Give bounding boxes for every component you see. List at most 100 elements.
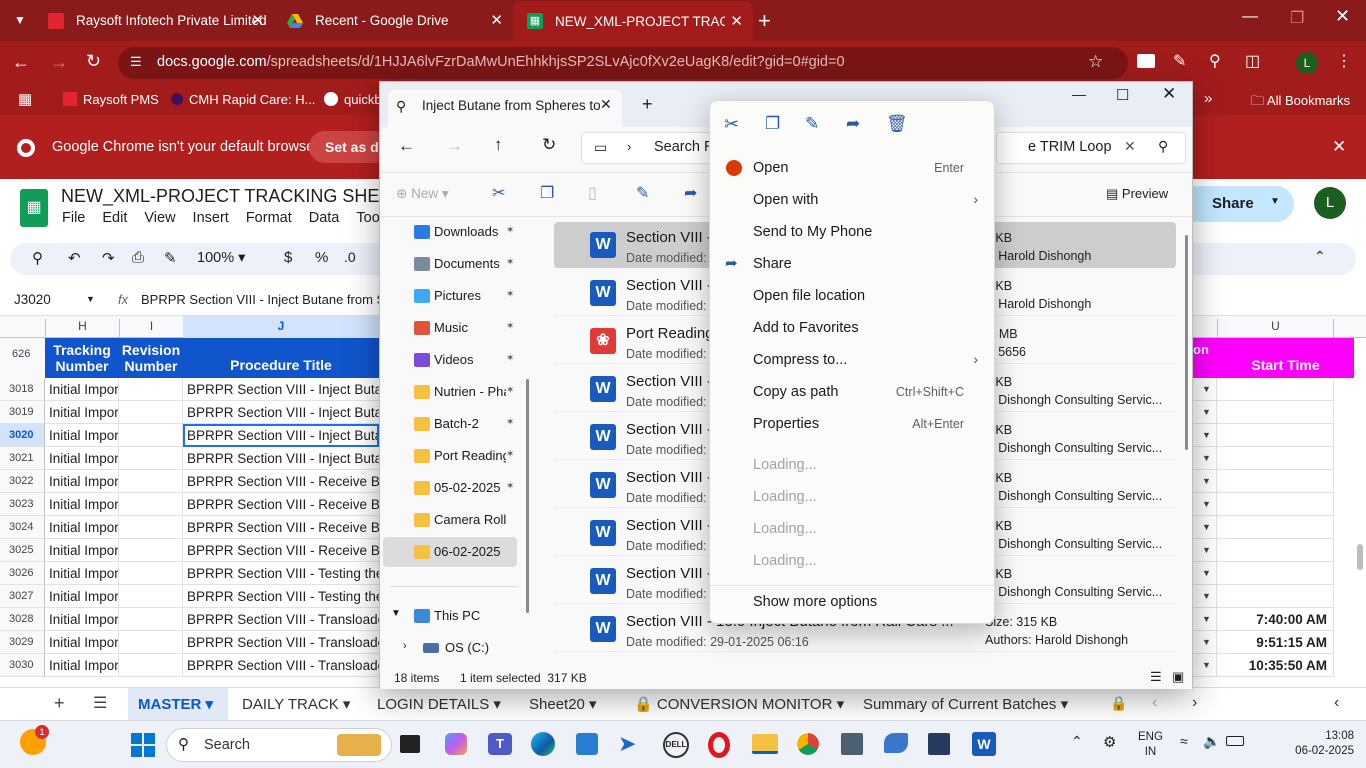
dell-icon[interactable]: DELL (663, 732, 689, 758)
menu-insert[interactable]: Insert (193, 210, 229, 226)
cell-revision-number[interactable] (119, 539, 183, 562)
back-icon[interactable]: ← (398, 136, 415, 156)
cell-dropdown-chip[interactable]: ▼ (1193, 447, 1217, 470)
nav-item-port-reading[interactable]: Port Reading ✶ (383, 441, 517, 471)
task-view-icon[interactable] (400, 735, 420, 753)
cell-dropdown-chip[interactable]: ▼ (1193, 562, 1217, 585)
close-icon[interactable]: ✕ (730, 12, 743, 30)
cell-procedure-title[interactable]: BPRPR Section VIII - Transloader (183, 631, 379, 654)
column-header-j[interactable]: J (183, 316, 379, 338)
extension-icon[interactable] (1137, 54, 1155, 68)
nav-item-downloads[interactable]: Downloads ✶ (383, 217, 517, 247)
cell-procedure-title[interactable]: BPRPR Section VIII - Receive Buta (183, 493, 379, 516)
scroll-tabs-left-icon[interactable]: ‹ (1152, 694, 1157, 712)
minimize-icon[interactable]: — (1072, 86, 1086, 102)
menu-item-add-to-favorites[interactable]: Add to Favorites (710, 312, 996, 344)
reload-icon[interactable]: ↻ (86, 51, 101, 72)
cell-start-time[interactable] (1217, 539, 1334, 562)
nav-item-documents[interactable]: Documents ✶ (383, 249, 517, 279)
tiles-view-icon[interactable]: ▣ (1172, 669, 1184, 685)
bookmark-star-icon[interactable]: ☆ (1088, 52, 1103, 72)
cell-revision-number[interactable] (119, 493, 183, 516)
close-icon[interactable]: ✕ (251, 11, 264, 29)
explorer-search-box[interactable]: e TRIM Loop ✕ ⚲ (996, 132, 1186, 164)
cell-revision-number[interactable] (119, 585, 183, 608)
row-number[interactable]: 3026 (0, 562, 45, 585)
share-icon[interactable]: ➦ (684, 183, 697, 203)
cell-revision-number[interactable] (119, 608, 183, 631)
cell-dropdown-chip[interactable]: ▼ (1193, 585, 1217, 608)
all-bookmarks[interactable]: 🗀 All Bookmarks (1251, 92, 1350, 114)
up-icon[interactable]: ↑ (494, 135, 503, 155)
header-start-time[interactable]: Start Time (1217, 338, 1354, 378)
language-indicator[interactable]: ENG IN (1138, 730, 1163, 760)
taskbar-search-box[interactable]: ⚲ Search (166, 728, 392, 762)
remote-app-icon[interactable] (928, 733, 950, 755)
cell-dropdown-chip[interactable]: ▼ (1193, 378, 1217, 401)
rename-icon[interactable]: ✎ (805, 114, 819, 134)
tab-search-button[interactable]: ▼ (9, 10, 31, 30)
bookmark-cmh[interactable]: CMH Rapid Care: H... (171, 92, 315, 107)
minimize-icon[interactable]: — (1242, 8, 1258, 26)
search-icon[interactable]: ⚲ (1158, 138, 1168, 155)
row-number[interactable]: 3024 (0, 516, 45, 539)
cell-tracking-number[interactable]: Initial Impor (45, 539, 119, 562)
more-bookmarks-icon[interactable]: » (1204, 90, 1212, 107)
menu-item-open-file-location[interactable]: Open file location (710, 280, 996, 312)
menu-data[interactable]: Data (309, 210, 340, 226)
collapse-toolbar-icon[interactable]: ⌃ (1314, 248, 1326, 265)
zoom-icon[interactable]: ⚲ (1209, 51, 1221, 71)
cell-tracking-number[interactable]: Initial Impor (45, 516, 119, 539)
cut-icon[interactable]: ✂ (724, 114, 739, 135)
row-number[interactable]: 3030 (0, 654, 45, 677)
zoom-select[interactable]: 100% ▾ (197, 250, 245, 266)
cell-tracking-number[interactable]: Initial Impor (45, 401, 119, 424)
search-menus-icon[interactable]: ⚲ (32, 249, 43, 267)
collapse-chevron-icon[interactable]: ▼ (391, 608, 401, 619)
cell-start-time[interactable]: 9:51:15 AM (1217, 631, 1334, 654)
cell-start-time[interactable] (1217, 493, 1334, 516)
word-taskbar-icon[interactable]: W (972, 732, 996, 756)
cell-start-time[interactable]: 7:40:00 AM (1217, 608, 1334, 631)
volume-icon[interactable]: 🔈 (1203, 733, 1220, 750)
cell-dropdown-chip[interactable]: ▼ (1193, 516, 1217, 539)
name-box[interactable]: J3020 (14, 292, 51, 307)
sheet-tab-sheet20[interactable]: Sheet20 ▾ (529, 695, 597, 713)
grid-scrollbar[interactable] (1357, 544, 1363, 570)
menu-view[interactable]: View (144, 210, 175, 226)
document-title[interactable]: NEW_XML-PROJECT TRACKING SHEET- (61, 186, 407, 207)
undo-icon[interactable]: ↶ (68, 249, 81, 267)
cut-icon[interactable]: ✂ (492, 183, 505, 203)
teams-icon[interactable]: T (488, 733, 512, 755)
tab-google-drive[interactable]: Recent - Google Drive ✕ (273, 0, 513, 41)
copilot-icon[interactable] (445, 733, 467, 755)
pen-icon[interactable]: ✎ (1173, 51, 1186, 71)
header-tracking-number[interactable]: Tracking Number (45, 338, 119, 378)
cell-revision-number[interactable] (119, 378, 183, 401)
cell-procedure-title[interactable]: BPRPR Section VIII - Testing the B (183, 585, 379, 608)
nav-item-nutrien-pha[interactable]: Nutrien - Pha ✶ (383, 377, 517, 407)
tab-sheets-active[interactable]: ▦ NEW_XML-PROJECT TRACKING ✕ (513, 1, 753, 41)
menu-edit[interactable]: Edit (102, 210, 127, 226)
cell-tracking-number[interactable]: Initial Impor (45, 562, 119, 585)
cell-tracking-number[interactable]: Initial Impor (45, 470, 119, 493)
menu-item-properties[interactable]: Properties Alt+Enter (710, 408, 996, 440)
row-number[interactable]: 3025 (0, 539, 45, 562)
maximize-icon[interactable]: ☐ (1116, 86, 1129, 104)
add-sheet-button[interactable]: + (54, 693, 65, 714)
menu-item-copy-as-path[interactable]: Copy as path Ctrl+Shift+C (710, 376, 996, 408)
profile-avatar[interactable]: L (1296, 52, 1318, 74)
cell-start-time[interactable] (1217, 378, 1334, 401)
currency-format-button[interactable]: $ (284, 249, 292, 266)
cell-dropdown-chip[interactable]: ▼ (1193, 631, 1217, 654)
row-number[interactable]: 3029 (0, 631, 45, 654)
header-revision-number[interactable]: Revision Number (119, 338, 183, 378)
copy-icon[interactable]: ❐ (540, 183, 554, 203)
cell-start-time[interactable] (1217, 447, 1334, 470)
menu-file[interactable]: File (62, 210, 85, 226)
cell-start-time[interactable]: 10:35:50 AM (1217, 654, 1334, 677)
percent-format-button[interactable]: % (315, 249, 328, 266)
file-explorer-taskbar-icon[interactable] (752, 734, 778, 754)
opera-icon[interactable] (708, 732, 730, 758)
cell-start-time[interactable] (1217, 562, 1334, 585)
